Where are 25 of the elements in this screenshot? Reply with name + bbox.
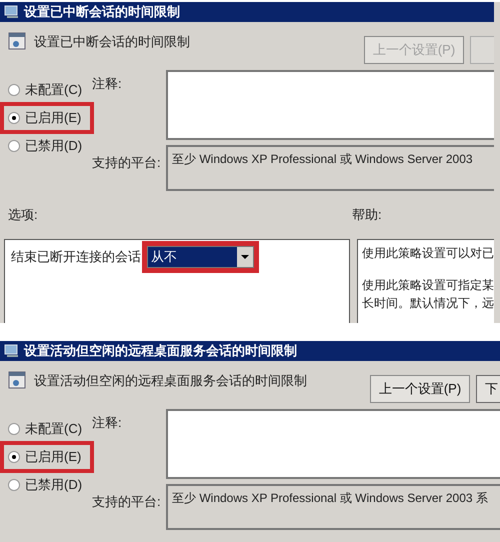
help-label: 帮助: bbox=[352, 206, 382, 224]
state-radio[interactable]: 未配置(C) bbox=[4, 416, 90, 441]
computer-icon bbox=[4, 344, 20, 358]
window-title: 设置活动但空闲的远程桌面服务会话的时间限制 bbox=[24, 342, 297, 360]
policy-heading: 设置活动但空闲的远程桌面服务会话的时间限制 bbox=[34, 372, 307, 390]
comment-field[interactable] bbox=[166, 408, 500, 479]
policy-icon bbox=[8, 370, 26, 389]
platform-field: 至少 Windows XP Professional 或 Windows Server 2003 系 bbox=[166, 484, 500, 530]
state-radio[interactable]: 已禁用(D) bbox=[4, 134, 90, 158]
state-radio[interactable]: 未配置(C) bbox=[4, 78, 90, 102]
window-title: 设置已中断会话的时间限制 bbox=[24, 3, 180, 22]
options-label: 选项: bbox=[7, 206, 39, 224]
platform-field: 至少 Windows XP Professional 或 Windows Server 2003 bbox=[166, 145, 494, 191]
policy-heading: 设置已中断会话的时间限制 bbox=[34, 33, 190, 51]
comment-label: 注释: bbox=[92, 414, 123, 432]
policy-icon bbox=[8, 32, 26, 50]
comment-field[interactable] bbox=[166, 70, 494, 140]
next-setting-button[interactable]: 下 bbox=[476, 374, 500, 403]
comment-label: 注释: bbox=[92, 75, 123, 93]
state-radio[interactable]: 已禁用(D) bbox=[4, 472, 90, 497]
previous-setting-button[interactable]: 上一个设置(P) bbox=[370, 374, 470, 403]
platform-label: 支持的平台: bbox=[92, 492, 162, 511]
platform-label: 支持的平台: bbox=[92, 154, 162, 172]
computer-icon bbox=[4, 5, 20, 19]
option-label: 结束已断开连接的会话 bbox=[11, 248, 141, 266]
